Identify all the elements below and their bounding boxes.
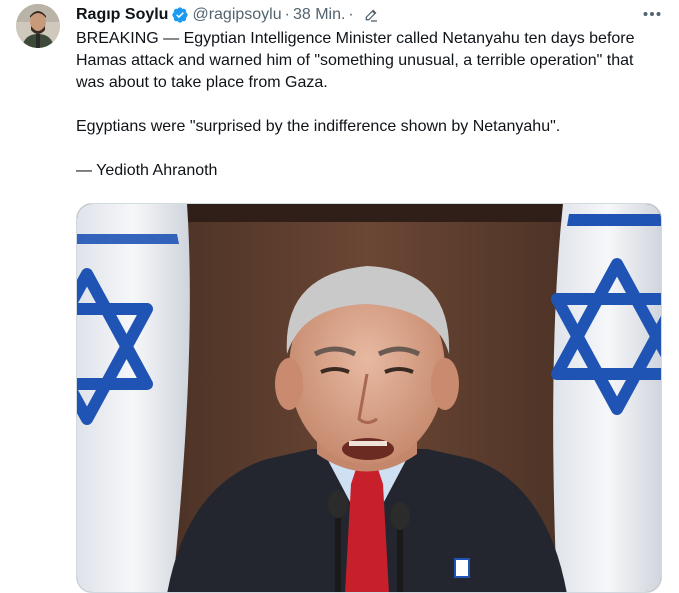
more-options-icon [643, 12, 661, 16]
tweet-paragraph: BREAKING — Egyptian Intelligence Ministe… [76, 30, 635, 91]
tweet-text: BREAKING — Egyptian Intelligence Ministe… [76, 28, 662, 182]
tweet-photo[interactable] [76, 203, 662, 593]
header-separator: · [284, 6, 290, 23]
verified-badge-icon [172, 7, 189, 23]
more-options-button[interactable] [640, 4, 664, 24]
avatar[interactable] [16, 4, 60, 48]
author-name[interactable]: Ragıp Soylu [76, 5, 168, 25]
edited-pencil-icon[interactable] [363, 7, 379, 23]
tweet-paragraph: Egyptians were "surprised by the indiffe… [76, 118, 561, 135]
tweet-paragraph: — Yedioth Ahranoth [76, 162, 218, 179]
tweet-header: Ragıp Soylu @ragipsoylu · 38 Min. · [76, 5, 379, 25]
tweet-card[interactable]: Ragıp Soylu @ragipsoylu · 38 Min. · BREA… [0, 0, 679, 593]
header-separator-2: · [348, 6, 354, 23]
avatar-image [16, 4, 60, 48]
timestamp[interactable]: 38 Min. [293, 5, 345, 25]
netanyahu-photo [77, 204, 661, 592]
author-handle[interactable]: @ragipsoylu [192, 5, 281, 25]
